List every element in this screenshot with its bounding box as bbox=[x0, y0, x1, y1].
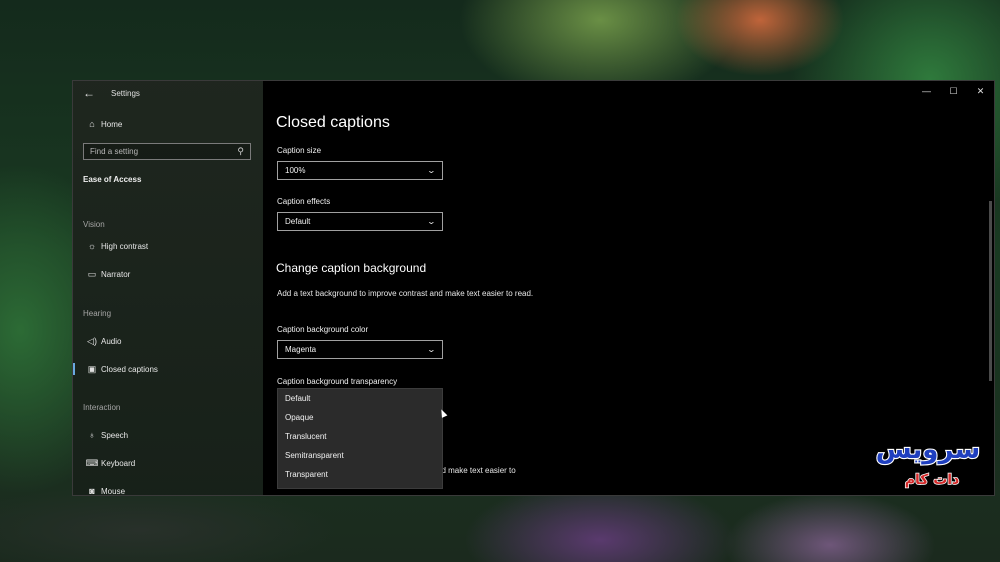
minimize-button[interactable]: — bbox=[913, 81, 940, 101]
mouse-icon: ◙ bbox=[89, 486, 95, 496]
background-color-select[interactable]: Magenta ⌄ bbox=[277, 340, 443, 359]
back-arrow-icon[interactable]: ← bbox=[83, 86, 99, 100]
sun-icon: ☼ bbox=[87, 241, 97, 251]
dropdown-option[interactable]: Transparent bbox=[278, 465, 442, 484]
partial-description: nd make text easier to bbox=[437, 466, 516, 475]
caption-effects-select[interactable]: Default ⌄ bbox=[277, 212, 443, 231]
sidebar-item-keyboard[interactable]: ⌨ Keyboard bbox=[73, 452, 263, 474]
sidebar-item-home[interactable]: ⌂ Home bbox=[73, 113, 263, 135]
search-input[interactable]: Find a setting ⚲ bbox=[83, 143, 251, 160]
section-heading: Change caption background bbox=[276, 261, 427, 275]
caption-size-value: 100% bbox=[285, 166, 306, 175]
section-title-interaction: Interaction bbox=[83, 403, 121, 412]
chevron-down-icon: ⌄ bbox=[426, 166, 437, 175]
microphone-icon: ♁ bbox=[88, 430, 96, 440]
titlebar: ← Settings bbox=[83, 85, 140, 101]
sidebar-item-mouse[interactable]: ◙ Mouse bbox=[73, 480, 263, 496]
sidebar-item-label: Audio bbox=[101, 336, 122, 346]
sidebar-item-label: Home bbox=[101, 119, 123, 129]
home-icon: ⌂ bbox=[89, 119, 95, 129]
settings-window: ← Settings ⌂ Home Find a setting ⚲ Ease … bbox=[72, 80, 995, 496]
sidebar-item-label: Mouse bbox=[101, 486, 126, 496]
transparency-dropdown-list: Default Opaque Translucent Semitranspare… bbox=[277, 388, 443, 489]
section-title-vision: Vision bbox=[83, 220, 105, 229]
narrator-icon: ▭ bbox=[87, 268, 97, 279]
caption-effects-value: Default bbox=[285, 217, 311, 226]
window-controls: — ☐ ✕ bbox=[913, 81, 994, 101]
dropdown-option[interactable]: Translucent bbox=[278, 427, 442, 446]
watermark-logo: سرویس دات کام bbox=[875, 434, 982, 489]
background-color-label: Caption background color bbox=[277, 325, 369, 334]
sidebar: ← Settings ⌂ Home Find a setting ⚲ Ease … bbox=[73, 81, 263, 495]
chevron-down-icon: ⌄ bbox=[426, 217, 437, 226]
sidebar-item-label: Closed captions bbox=[101, 364, 158, 374]
sidebar-item-high-contrast[interactable]: ☼ High contrast bbox=[73, 235, 263, 257]
scrollbar[interactable] bbox=[989, 201, 992, 381]
app-title: Settings bbox=[111, 88, 140, 98]
sidebar-item-speech[interactable]: ♁ Speech bbox=[73, 424, 263, 446]
sidebar-item-narrator[interactable]: ▭ Narrator bbox=[73, 263, 263, 285]
sidebar-item-closed-captions[interactable]: ▣ Closed captions bbox=[73, 358, 263, 380]
dropdown-option[interactable]: Default bbox=[278, 389, 442, 408]
sidebar-item-label: Narrator bbox=[101, 269, 131, 279]
section-title-hearing: Hearing bbox=[83, 309, 112, 318]
speaker-icon: ◁) bbox=[87, 335, 97, 346]
section-description: Add a text background to improve contras… bbox=[277, 289, 534, 298]
watermark-line1: سرویس bbox=[876, 435, 980, 465]
chevron-down-icon: ⌄ bbox=[426, 345, 437, 354]
keyboard-icon: ⌨ bbox=[85, 457, 99, 468]
watermark-line2: دات کام bbox=[905, 472, 960, 488]
group-title: Ease of Access bbox=[83, 175, 142, 184]
caption-size-select[interactable]: 100% ⌄ bbox=[277, 161, 443, 180]
dropdown-option[interactable]: Semitransparent bbox=[278, 446, 442, 465]
maximize-button[interactable]: ☐ bbox=[940, 81, 967, 101]
search-placeholder: Find a setting bbox=[90, 147, 139, 156]
cc-icon: ▣ bbox=[87, 363, 97, 374]
search-icon: ⚲ bbox=[237, 146, 244, 156]
sidebar-item-audio[interactable]: ◁) Audio bbox=[73, 330, 263, 352]
sidebar-item-label: Speech bbox=[101, 430, 129, 440]
page-title: Closed captions bbox=[276, 114, 390, 131]
sidebar-item-label: High contrast bbox=[101, 241, 149, 251]
dropdown-option[interactable]: Opaque bbox=[278, 408, 442, 427]
sidebar-item-label: Keyboard bbox=[101, 458, 136, 468]
background-transparency-label: Caption background transparency bbox=[277, 377, 398, 386]
caption-size-label: Caption size bbox=[277, 146, 322, 155]
background-color-value: Magenta bbox=[285, 345, 317, 354]
caption-effects-label: Caption effects bbox=[277, 197, 331, 206]
close-button[interactable]: ✕ bbox=[967, 81, 994, 101]
